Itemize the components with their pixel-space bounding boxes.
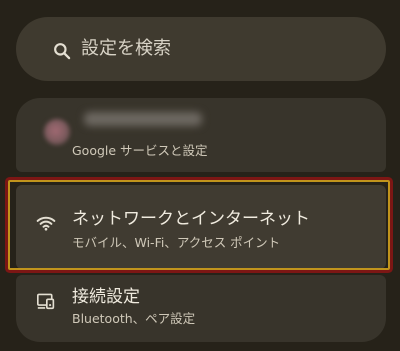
search-placeholder: 設定を検索 (81, 38, 171, 59)
connected-devices-title: 接続設定 (72, 287, 140, 307)
selection-highlight (8, 180, 390, 270)
avatar (44, 119, 70, 145)
search-icon (54, 43, 71, 60)
search-bar[interactable]: 設定を検索 (16, 17, 386, 81)
devices-icon (37, 293, 55, 310)
settings-item-connected-devices[interactable]: 接続設定 Bluetooth、ペア設定 (16, 275, 386, 342)
connected-devices-subtitle: Bluetooth、ペア設定 (72, 311, 196, 326)
account-subtitle: Google サービスと設定 (72, 143, 208, 158)
settings-item-google-account[interactable]: Google サービスと設定 (16, 98, 386, 172)
account-name-redacted (84, 112, 202, 126)
